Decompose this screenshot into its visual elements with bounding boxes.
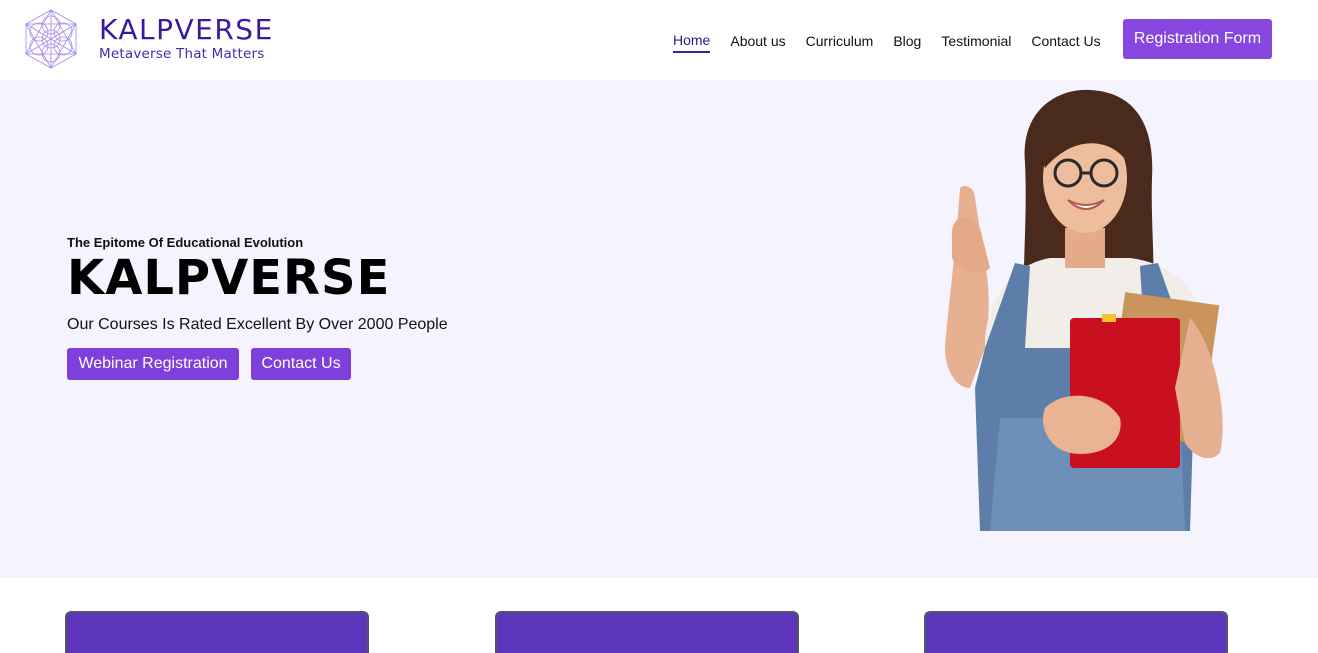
nav-item-testimonial[interactable]: Testimonial bbox=[941, 32, 1011, 52]
brand-tagline: Metaverse That Matters bbox=[99, 46, 265, 62]
contact-us-button[interactable]: Contact Us bbox=[251, 348, 351, 380]
student-with-books-image bbox=[945, 89, 1223, 531]
features-section bbox=[0, 578, 1318, 653]
nav-item-curriculum[interactable]: Curriculum bbox=[806, 32, 874, 52]
nav-item-blog[interactable]: Blog bbox=[893, 32, 921, 52]
site-header: KALPVERSE Metaverse That Matters Home Ab… bbox=[0, 0, 1318, 80]
brand-name: KALPVERSE bbox=[99, 13, 274, 46]
sacred-geometry-logo-icon[interactable] bbox=[22, 8, 80, 70]
feature-card[interactable] bbox=[924, 611, 1228, 653]
main-nav: Home About us Curriculum Blog Testimonia… bbox=[673, 31, 1121, 53]
brand[interactable]: KALPVERSE Metaverse That Matters bbox=[99, 13, 274, 63]
nav-item-home[interactable]: Home bbox=[673, 31, 711, 53]
nav-item-about-us[interactable]: About us bbox=[730, 32, 785, 52]
hero-subtitle: Our Courses Is Rated Excellent By Over 2… bbox=[67, 316, 448, 333]
feature-card[interactable] bbox=[495, 611, 799, 653]
hero-section: The Epitome Of Educational Evolution KAL… bbox=[0, 80, 1318, 578]
nav-item-contact-us[interactable]: Contact Us bbox=[1031, 32, 1100, 52]
hero-title: KALPVERSE bbox=[67, 250, 391, 306]
feature-card[interactable] bbox=[65, 611, 369, 653]
webinar-registration-button[interactable]: Webinar Registration bbox=[67, 348, 239, 380]
hero-eyebrow: The Epitome Of Educational Evolution bbox=[67, 235, 304, 250]
registration-form-button[interactable]: Registration Form bbox=[1123, 19, 1272, 59]
